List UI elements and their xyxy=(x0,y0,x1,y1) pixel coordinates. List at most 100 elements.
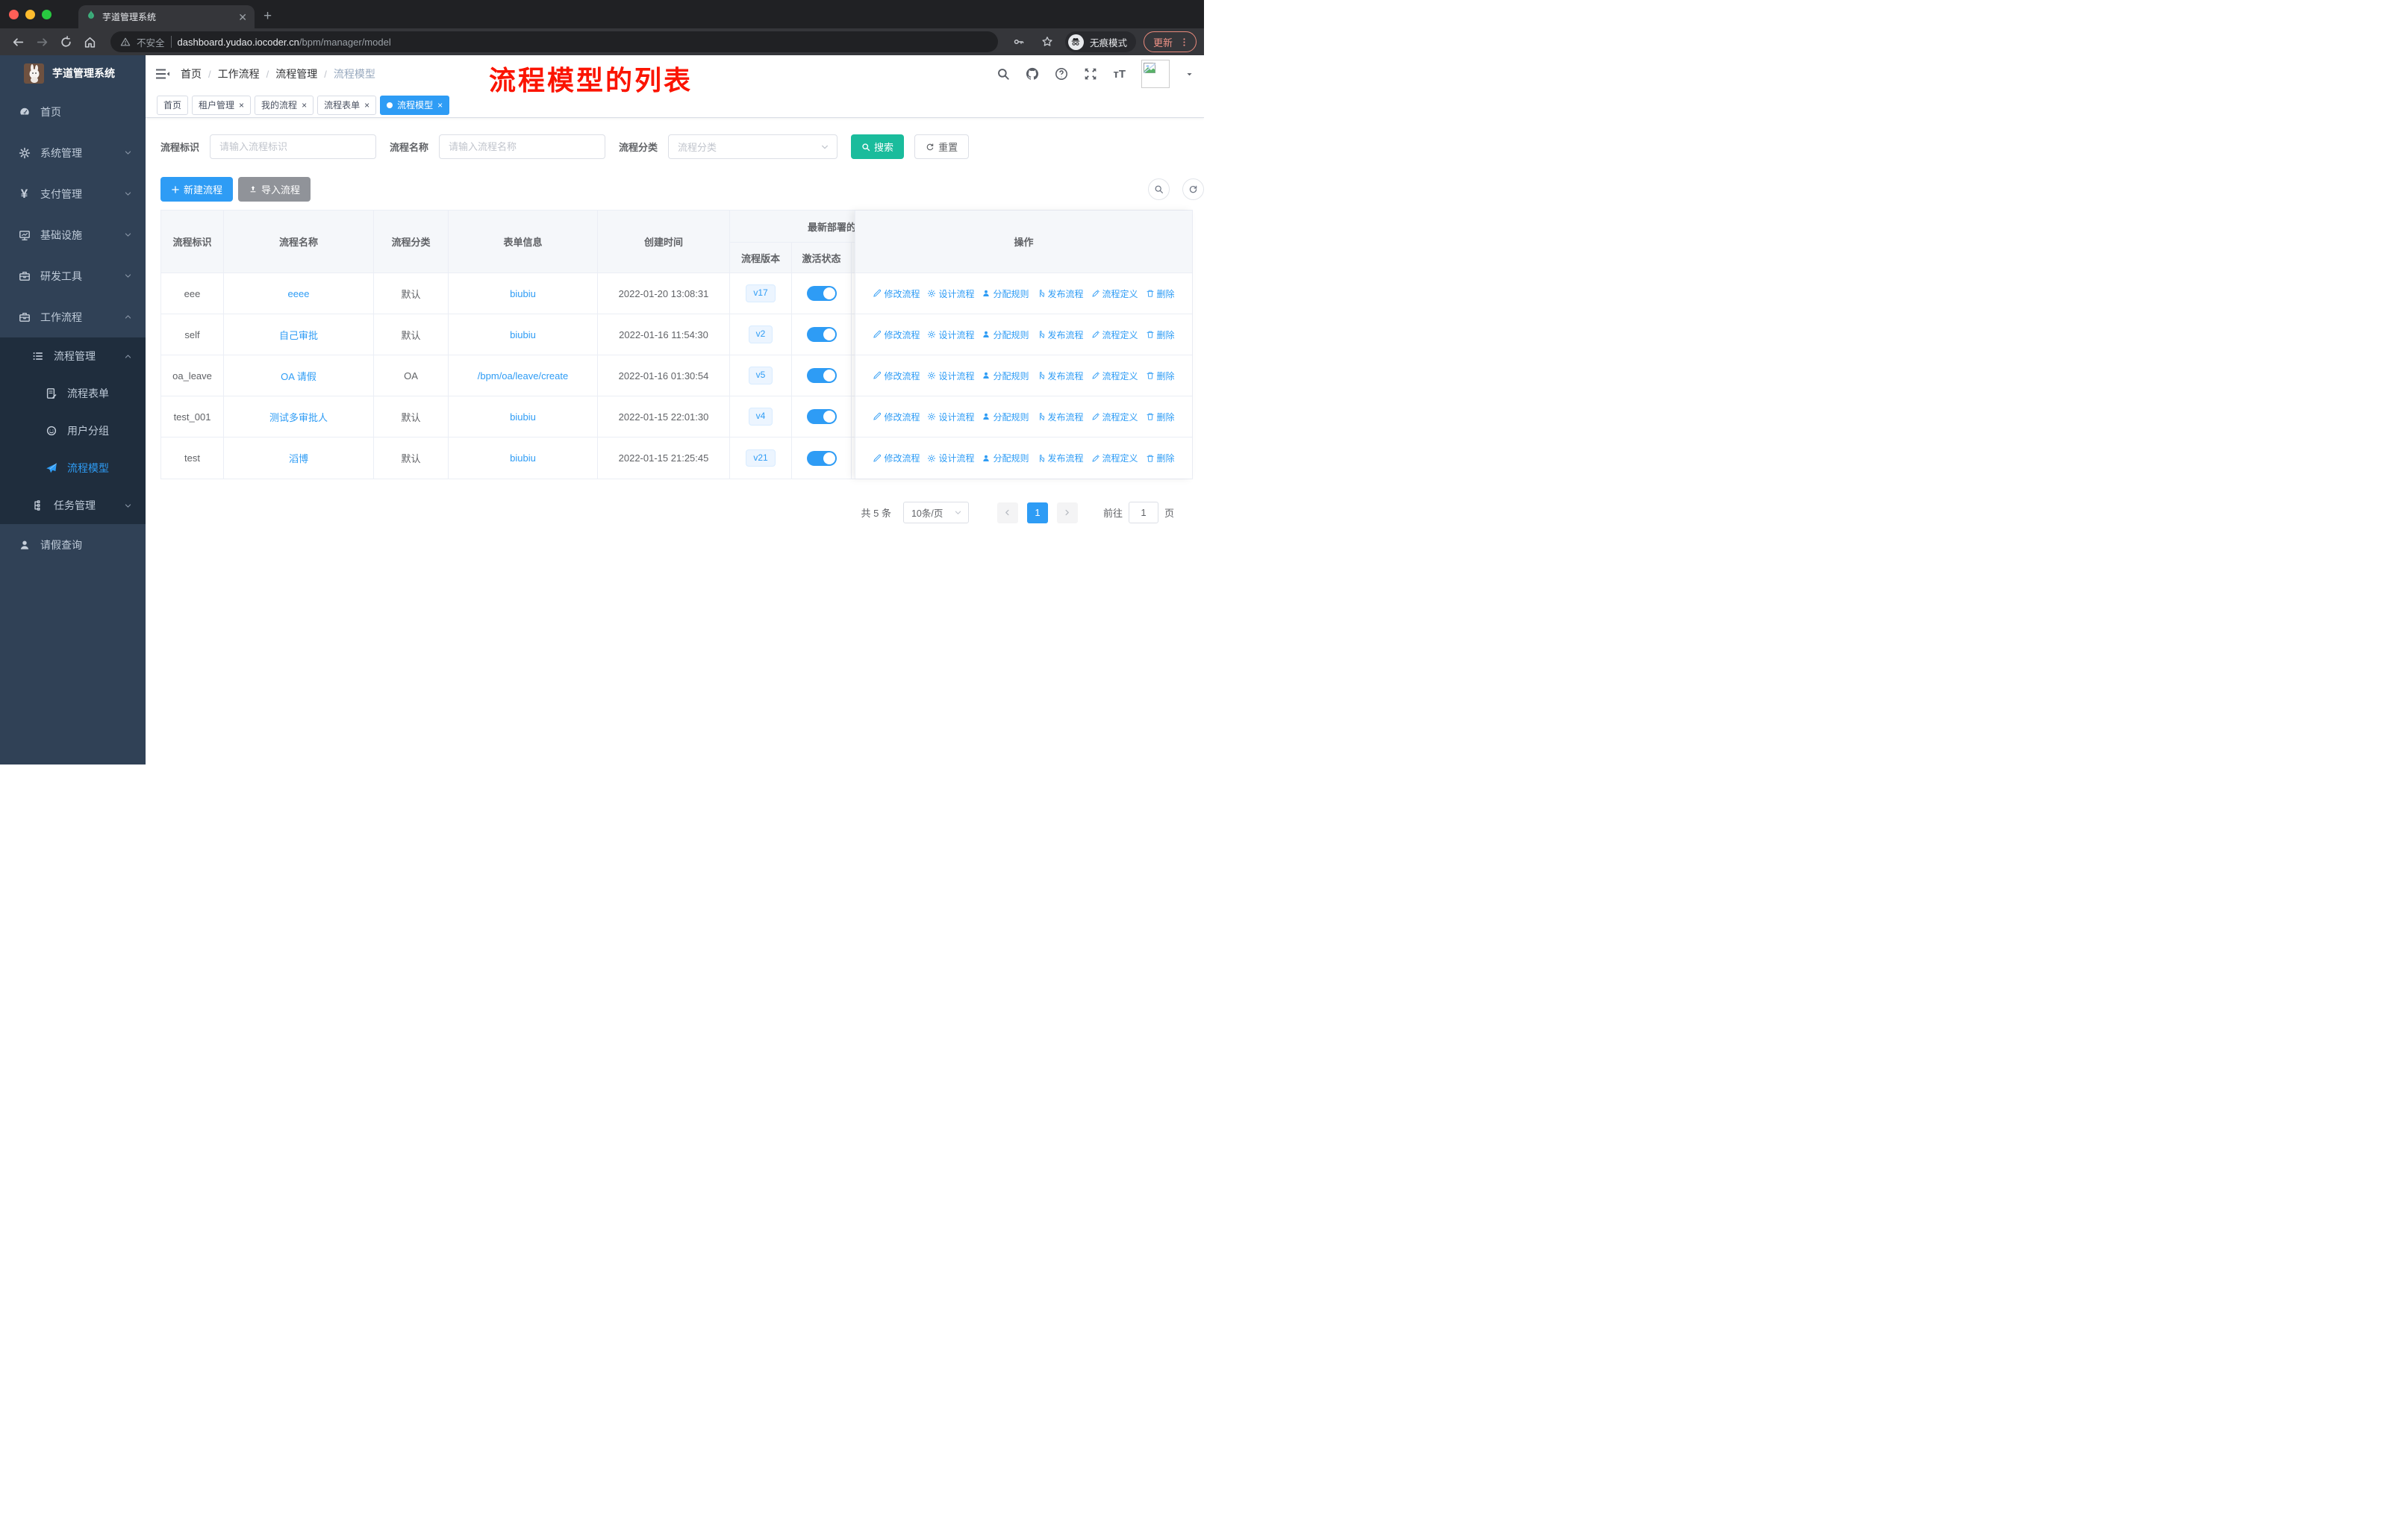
close-icon[interactable]: × xyxy=(437,101,443,110)
font-size-icon[interactable]: ᴛT xyxy=(1113,68,1126,81)
action-发布流程[interactable]: 发布流程 xyxy=(1037,328,1084,341)
home-icon[interactable] xyxy=(79,31,100,52)
form-info-link[interactable]: biubiu xyxy=(449,437,598,479)
process-name-link[interactable]: OA 请假 xyxy=(224,355,374,396)
action-修改流程[interactable]: 修改流程 xyxy=(873,287,920,300)
process-name-link[interactable]: 测试多审批人 xyxy=(224,396,374,437)
active-toggle[interactable] xyxy=(806,327,837,342)
action-分配规则[interactable]: 分配规则 xyxy=(982,370,1029,382)
page-size-select[interactable]: 10条/页 xyxy=(902,502,969,523)
version-badge[interactable]: v21 xyxy=(746,449,776,467)
tab-close-icon[interactable]: ✕ xyxy=(238,12,247,22)
create-process-button[interactable]: 新建流程 xyxy=(160,177,234,202)
search-icon[interactable] xyxy=(996,67,1010,81)
active-toggle[interactable] xyxy=(806,368,837,383)
tag-我的流程[interactable]: 我的流程 × xyxy=(255,95,314,115)
active-toggle[interactable] xyxy=(806,450,837,466)
tag-流程表单[interactable]: 流程表单 × xyxy=(317,95,377,115)
action-分配规则[interactable]: 分配规则 xyxy=(982,452,1029,464)
maximize-window-button[interactable] xyxy=(42,9,52,19)
action-发布流程[interactable]: 发布流程 xyxy=(1037,287,1084,300)
tag-流程模型[interactable]: 流程模型 × xyxy=(380,95,450,115)
active-toggle[interactable] xyxy=(806,409,837,424)
bookmark-star-icon[interactable] xyxy=(1037,31,1058,52)
next-page-button[interactable] xyxy=(1056,502,1078,523)
action-删除[interactable]: 删除 xyxy=(1146,287,1175,300)
form-info-link[interactable]: /bpm/oa/leave/create xyxy=(449,355,598,396)
prev-page-button[interactable] xyxy=(996,502,1018,523)
security-label[interactable]: 不安全 xyxy=(137,35,165,49)
action-流程定义[interactable]: 流程定义 xyxy=(1091,370,1138,382)
active-toggle[interactable] xyxy=(806,286,837,301)
action-流程定义[interactable]: 流程定义 xyxy=(1091,328,1138,341)
action-流程定义[interactable]: 流程定义 xyxy=(1091,287,1138,300)
process-name-link[interactable]: eeee xyxy=(224,273,374,314)
action-删除[interactable]: 删除 xyxy=(1146,328,1175,341)
sidebar-item-工作流程[interactable]: 工作流程 xyxy=(0,296,146,337)
sidebar-item-流程管理[interactable]: 流程管理 xyxy=(0,337,146,375)
table-refresh-icon[interactable] xyxy=(1182,178,1204,200)
chevron-down-icon[interactable] xyxy=(1185,70,1194,78)
action-设计流程[interactable]: 设计流程 xyxy=(927,370,974,382)
action-设计流程[interactable]: 设计流程 xyxy=(927,287,974,300)
url-text[interactable]: dashboard.yudao.iocoder.cn/bpm/manager/m… xyxy=(178,37,391,48)
breadcrumb-item[interactable]: 首页 xyxy=(181,66,202,81)
action-修改流程[interactable]: 修改流程 xyxy=(873,328,920,341)
action-删除[interactable]: 删除 xyxy=(1146,452,1175,464)
action-删除[interactable]: 删除 xyxy=(1146,411,1175,423)
fullscreen-icon[interactable] xyxy=(1084,67,1097,81)
action-设计流程[interactable]: 设计流程 xyxy=(927,411,974,423)
form-info-link[interactable]: biubiu xyxy=(449,396,598,437)
sidebar-item-基础设施[interactable]: 基础设施 xyxy=(0,214,146,255)
sidebar-item-用户分组[interactable]: 用户分组 xyxy=(0,412,146,449)
action-修改流程[interactable]: 修改流程 xyxy=(873,452,920,464)
form-info-link[interactable]: biubiu xyxy=(449,273,598,314)
browser-tab[interactable]: 芋道管理系统 ✕ xyxy=(78,5,255,28)
table-search-icon[interactable] xyxy=(1148,178,1170,200)
version-badge[interactable]: v5 xyxy=(748,367,773,384)
close-window-button[interactable] xyxy=(9,9,19,19)
tag-租户管理[interactable]: 租户管理 × xyxy=(192,95,252,115)
import-process-button[interactable]: 导入流程 xyxy=(238,177,311,202)
key-icon[interactable] xyxy=(1008,31,1029,52)
window-controls[interactable] xyxy=(0,0,62,28)
action-流程定义[interactable]: 流程定义 xyxy=(1091,452,1138,464)
close-icon[interactable]: × xyxy=(364,101,369,110)
sidebar-item-首页[interactable]: 首页 xyxy=(0,91,146,132)
filter-select-流程分类[interactable]: 流程分类 xyxy=(668,134,838,159)
sidebar-item-支付管理[interactable]: ¥ 支付管理 xyxy=(0,173,146,214)
action-发布流程[interactable]: 发布流程 xyxy=(1037,411,1084,423)
action-发布流程[interactable]: 发布流程 xyxy=(1037,452,1084,464)
reload-icon[interactable] xyxy=(55,31,76,52)
sidebar-item-任务管理[interactable]: 任务管理 xyxy=(0,487,146,524)
close-icon[interactable]: × xyxy=(239,101,244,110)
menu-dots-icon[interactable] xyxy=(1179,37,1189,47)
action-设计流程[interactable]: 设计流程 xyxy=(927,452,974,464)
action-流程定义[interactable]: 流程定义 xyxy=(1091,411,1138,423)
action-删除[interactable]: 删除 xyxy=(1146,370,1175,382)
help-icon[interactable] xyxy=(1055,67,1068,81)
sidebar-item-请假查询[interactable]: 请假查询 xyxy=(0,524,146,565)
process-name-link[interactable]: 自己审批 xyxy=(224,314,374,355)
minimize-window-button[interactable] xyxy=(25,9,35,19)
avatar[interactable] xyxy=(1141,60,1170,88)
action-分配规则[interactable]: 分配规则 xyxy=(982,328,1029,341)
back-icon[interactable] xyxy=(7,31,28,52)
page-number-button[interactable]: 1 xyxy=(1026,502,1048,523)
close-icon[interactable]: × xyxy=(302,101,307,110)
breadcrumb-item[interactable]: 工作流程 xyxy=(218,66,260,81)
github-icon[interactable] xyxy=(1026,67,1039,81)
reset-button[interactable]: 重置 xyxy=(914,134,970,159)
version-badge[interactable]: v17 xyxy=(746,284,776,302)
goto-page-input[interactable] xyxy=(1128,502,1158,523)
filter-input-流程标识[interactable] xyxy=(210,134,377,159)
version-badge[interactable]: v2 xyxy=(748,326,773,343)
action-修改流程[interactable]: 修改流程 xyxy=(873,411,920,423)
tag-首页[interactable]: 首页 xyxy=(157,95,189,115)
action-发布流程[interactable]: 发布流程 xyxy=(1037,370,1084,382)
action-分配规则[interactable]: 分配规则 xyxy=(982,411,1029,423)
sidebar-item-流程模型[interactable]: 流程模型 xyxy=(0,449,146,487)
sidebar-item-系统管理[interactable]: 系统管理 xyxy=(0,132,146,173)
browser-update-button[interactable]: 更新 xyxy=(1143,31,1197,52)
action-修改流程[interactable]: 修改流程 xyxy=(873,370,920,382)
